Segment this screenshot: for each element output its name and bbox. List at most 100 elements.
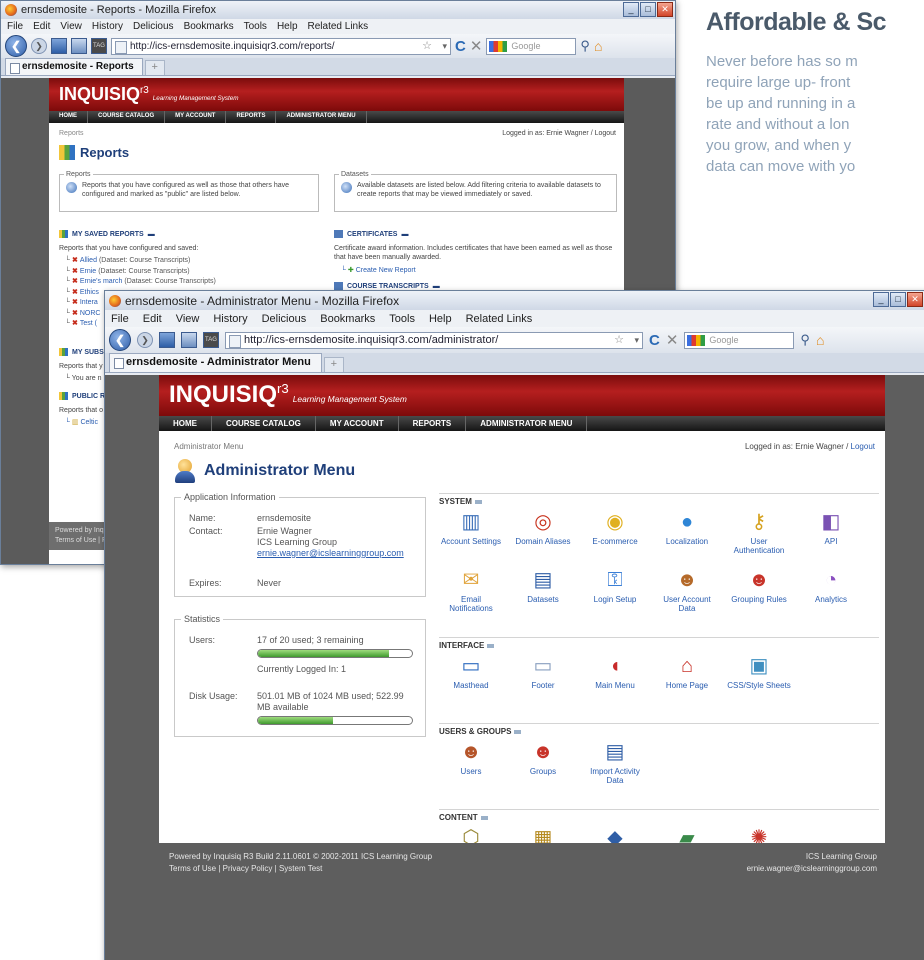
nav-home[interactable]: HOME — [49, 111, 88, 123]
admin-item-localization[interactable]: ● Localization — [655, 511, 719, 546]
admin-item-import-activity-data[interactable]: ▤ Import Activity Data — [583, 741, 647, 785]
admin-item-css-style-sheets[interactable]: ▣ CSS/Style Sheets — [727, 655, 791, 690]
search-input[interactable]: Google — [684, 331, 795, 349]
tab-administrator-menu[interactable]: ernsdemosite - Administrator Menu — [109, 353, 322, 372]
admin-item-analytics[interactable]: ◔ Analytics — [799, 569, 863, 604]
menu-help[interactable]: Help — [429, 313, 452, 325]
report-link[interactable]: NORC — [80, 309, 101, 320]
report-link[interactable]: Ernie's march — [80, 277, 123, 288]
reload-icon[interactable]: C — [649, 332, 660, 349]
admin-item-footer[interactable]: ▭ Footer — [511, 655, 575, 690]
list-item[interactable]: └ ✖ Allied (Dataset: Course Transcripts) — [65, 256, 216, 267]
nav-administrator-menu[interactable]: ADMINISTRATOR MENU — [466, 416, 588, 431]
report-link[interactable]: Ethics — [80, 288, 99, 299]
new-tab-button[interactable]: + — [144, 60, 165, 75]
report-link[interactable]: Ernie — [80, 267, 96, 278]
subscriptions-heading[interactable]: MY SUBS — [59, 348, 104, 356]
menu-edit[interactable]: Edit — [143, 313, 162, 325]
menu-related-links[interactable]: Related Links — [466, 313, 533, 325]
admin-item-account-settings[interactable]: ▥ Account Settings — [439, 511, 503, 546]
nav-course-catalog[interactable]: COURSE CATALOG — [212, 416, 316, 431]
admin-item-masthead[interactable]: ▭ Masthead — [439, 655, 503, 690]
minimize-button[interactable]: _ — [873, 292, 889, 307]
reload-icon[interactable]: C — [455, 38, 466, 55]
list-item[interactable]: └ ✖ Ernie (Dataset: Course Transcripts) — [65, 267, 216, 278]
footer-links[interactable]: Terms of Use | Privacy Policy | System T… — [169, 863, 322, 874]
course-transcripts-heading[interactable]: COURSE TRANSCRIPTS ▬ — [334, 282, 440, 290]
collapse-icon[interactable] — [487, 643, 495, 648]
close-button[interactable]: ✕ — [657, 2, 673, 17]
collapse-icon[interactable] — [480, 815, 488, 820]
collapse-icon[interactable] — [514, 729, 522, 734]
nav-reports[interactable]: REPORTS — [226, 111, 277, 123]
admin-item-api[interactable]: ◧ API — [799, 511, 863, 546]
maximize-button[interactable]: □ — [890, 292, 906, 307]
magnifier-icon[interactable]: ⚲ — [800, 332, 810, 348]
admin-item-home-page[interactable]: ⌂ Home Page — [655, 655, 719, 690]
group-heading-system[interactable]: SYSTEM — [439, 497, 482, 506]
toolbar-bookmark-icon[interactable] — [181, 332, 197, 348]
admin-item-domain-aliases[interactable]: ◎ Domain Aliases — [511, 511, 575, 546]
group-heading-users-groups[interactable]: USERS & GROUPS — [439, 727, 522, 736]
contact-email-link[interactable]: ernie.wagner@icslearninggroup.com — [257, 548, 404, 558]
delete-icon[interactable]: ✖ — [72, 256, 78, 267]
star-icon[interactable]: ☆ — [614, 333, 624, 348]
close-button[interactable]: ✕ — [907, 292, 923, 307]
admin-item-grouping-rules[interactable]: ☻ Grouping Rules — [727, 569, 791, 604]
nav-reports[interactable]: REPORTS — [399, 416, 467, 431]
breadcrumb[interactable]: Reports — [59, 130, 84, 137]
chevron-down-icon[interactable]: ▾ — [442, 39, 447, 54]
group-heading-interface[interactable]: INTERFACE — [439, 641, 495, 650]
toolbar-page-icon[interactable] — [51, 38, 67, 54]
admin-item-datasets[interactable]: ▤ Datasets — [511, 569, 575, 604]
footer-email[interactable]: ernie.wagner@icslearninggroup.com — [747, 863, 877, 874]
menu-view[interactable]: View — [176, 313, 200, 325]
list-item[interactable]: └ ✖ Ernie's march (Dataset: Course Transc… — [65, 277, 216, 288]
report-link[interactable]: Test ( — [80, 319, 97, 330]
home-icon[interactable]: ⌂ — [594, 38, 602, 54]
window-titlebar[interactable]: ernsdemosite - Administrator Menu - Mozi… — [105, 291, 924, 310]
public-report-item[interactable]: └ ▥ Celtic — [65, 418, 98, 427]
menu-file[interactable]: File — [111, 313, 129, 325]
public-reports-heading[interactable]: PUBLIC R — [59, 392, 105, 400]
certificates-heading[interactable]: CERTIFICATES ▬ — [334, 230, 408, 238]
home-icon[interactable]: ⌂ — [816, 332, 824, 348]
back-button[interactable]: ❮ — [109, 329, 131, 351]
menu-bookmarks[interactable]: Bookmarks — [184, 21, 234, 32]
admin-item-login-setup[interactable]: ⚿ Login Setup — [583, 569, 647, 604]
menu-bookmarks[interactable]: Bookmarks — [320, 313, 375, 325]
chevron-down-icon[interactable]: ▾ — [634, 333, 639, 348]
breadcrumb[interactable]: Administrator Menu — [174, 442, 243, 451]
report-link[interactable]: Allied — [80, 256, 97, 267]
search-input[interactable]: Google — [486, 37, 577, 55]
menu-history[interactable]: History — [213, 313, 247, 325]
menu-tools[interactable]: Tools — [389, 313, 415, 325]
url-bar[interactable]: http://ics-ernsdemosite.inquisiqr3.com/r… — [111, 37, 451, 55]
menu-view[interactable]: View — [60, 21, 82, 32]
menu-tools[interactable]: Tools — [244, 21, 267, 32]
delete-icon[interactable]: ✖ — [72, 319, 78, 330]
stop-icon[interactable]: ✕ — [666, 331, 679, 349]
logout-link[interactable]: Logout — [851, 442, 875, 451]
menu-related-links[interactable]: Related Links — [308, 21, 369, 32]
admin-item-users[interactable]: ☻ Users — [439, 741, 503, 776]
group-heading-content[interactable]: CONTENT — [439, 813, 488, 822]
admin-item-user-authentication[interactable]: ⚷ User Authentication — [727, 511, 791, 555]
delete-icon[interactable]: ✖ — [72, 288, 78, 299]
back-button[interactable]: ❮ — [5, 35, 27, 57]
admin-item-main-menu[interactable]: ◖ Main Menu — [583, 655, 647, 690]
forward-button[interactable]: ❯ — [31, 38, 47, 54]
menu-history[interactable]: History — [92, 21, 123, 32]
nav-my-account[interactable]: MY ACCOUNT — [165, 111, 227, 123]
tag-icon[interactable]: TAG — [203, 332, 219, 348]
menu-delicious[interactable]: Delicious — [262, 313, 307, 325]
admin-item-user-account-data[interactable]: ☻ User Account Data — [655, 569, 719, 613]
logged-in-text[interactable]: Logged in as: Ernie Wagner / Logout — [502, 130, 616, 137]
nav-administrator-menu[interactable]: ADMINISTRATOR MENU — [276, 111, 367, 123]
toolbar-bookmark-icon[interactable] — [71, 38, 87, 54]
nav-course-catalog[interactable]: COURSE CATALOG — [88, 111, 166, 123]
magnifier-icon[interactable]: ⚲ — [580, 38, 590, 54]
menu-delicious[interactable]: Delicious — [133, 21, 174, 32]
stop-icon[interactable]: ✕ — [470, 37, 483, 55]
nav-my-account[interactable]: MY ACCOUNT — [316, 416, 399, 431]
